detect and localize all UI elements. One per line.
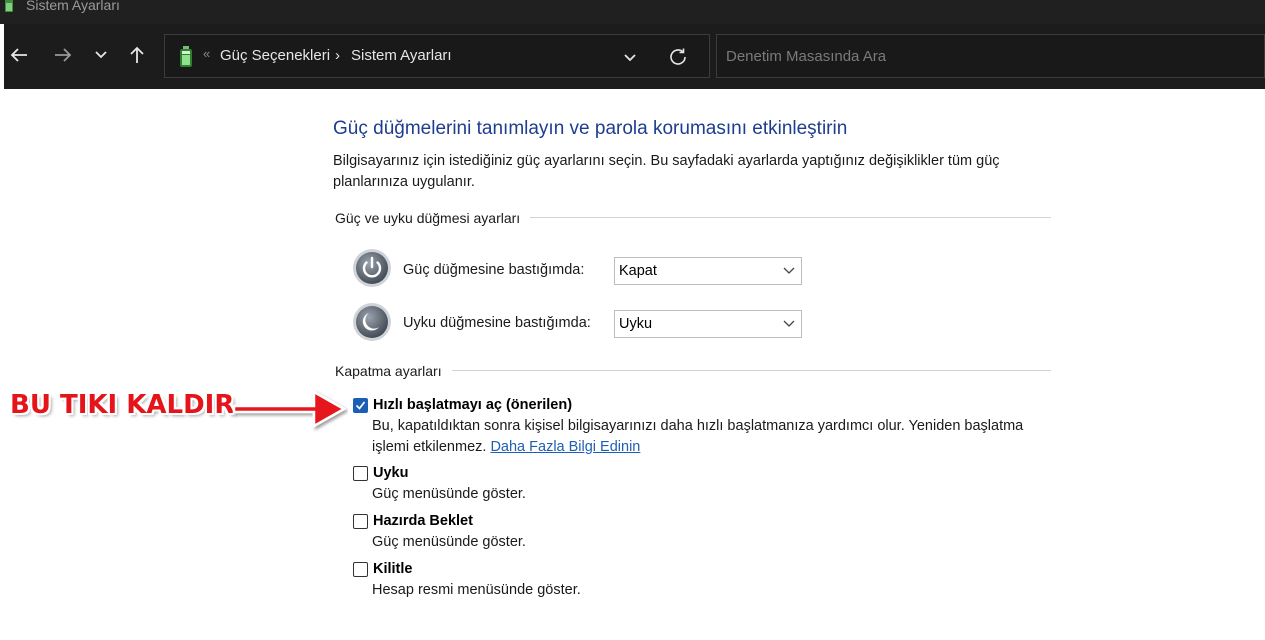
hibernate-checkbox[interactable] [353,514,368,529]
search-input[interactable]: Denetim Masasında Ara [716,34,1265,78]
learn-more-link[interactable]: Daha Fazla Bilgi Edinin [490,439,640,455]
shutdown-group-header: Kapatma ayarları [335,363,452,379]
chevron-down-icon [783,267,795,274]
sleep-button-value: Uyku [619,316,653,332]
hibernate-option-description: Güç menüsünde göster. [372,534,526,550]
breadcrumb-overflow[interactable]: « [203,46,210,61]
lock-checkbox[interactable] [353,562,368,577]
sleep-button-icon [353,303,391,341]
battery-icon [5,0,13,12]
battery-icon [180,46,192,67]
fast-startup-checkbox[interactable] [353,398,368,413]
page-title: Güç düğmelerini tanımlayın ve parola kor… [333,118,848,139]
breadcrumb-system-settings[interactable]: Sistem Ayarları [351,47,452,64]
arrow-left-icon [10,48,27,62]
annotation-arrow-icon [232,389,347,429]
sleep-button-select[interactable]: Uyku [614,310,802,338]
sleep-option-description: Güç menüsünde göster. [372,486,526,502]
power-button-label: Güç düğmesine bastığımda: [403,262,585,278]
chevron-down-icon[interactable] [620,47,640,67]
power-group-header: Güç ve uyku düğmesi ayarları [335,210,531,226]
title-bar: Sistem Ayarları [0,0,1265,24]
sleep-button-label: Uyku düğmesine bastığımda: [403,315,591,331]
fast-startup-label[interactable]: Hızlı başlatmayı aç (önerilen) [373,397,572,413]
lock-option-label[interactable]: Kilitle [373,561,412,577]
recent-locations-button[interactable] [86,40,116,70]
up-button[interactable] [122,40,152,70]
chevron-down-icon [95,51,107,59]
fast-startup-description-text: Bu, kapatıldıktan sonra kişisel bilgisay… [372,418,1024,455]
sleep-checkbox[interactable] [353,466,368,481]
fast-startup-description: Bu, kapatıldıktan sonra kişisel bilgisay… [372,416,1042,458]
address-bar[interactable]: « Güç Seçenekleri › Sistem Ayarları [164,34,710,78]
lock-option-description: Hesap resmi menüsünde göster. [372,582,581,598]
forward-button[interactable] [48,40,78,70]
breadcrumb-separator[interactable]: › [335,47,340,64]
power-button-icon [353,249,391,287]
window-title: Sistem Ayarları [26,0,120,13]
chevron-down-icon [783,320,795,327]
hibernate-option-label[interactable]: Hazırda Beklet [373,513,473,529]
arrow-up-icon [130,46,144,63]
checkmark-icon [355,401,366,410]
power-button-select[interactable]: Kapat [614,257,802,285]
navigation-bar: « Güç Seçenekleri › Sistem Ayarları Dene… [4,24,1265,89]
page-description: Bilgisayarınız için istediğiniz güç ayar… [333,153,1000,190]
power-button-value: Kapat [619,263,657,279]
refresh-icon[interactable] [667,46,689,68]
arrow-right-icon [55,48,72,62]
breadcrumb-power-options[interactable]: Güç Seçenekleri [220,47,330,64]
annotation-label: BU TIKI KALDIR [10,390,235,420]
search-placeholder: Denetim Masasında Ara [726,48,887,65]
back-button[interactable] [4,40,34,70]
sleep-option-label[interactable]: Uyku [373,465,408,481]
